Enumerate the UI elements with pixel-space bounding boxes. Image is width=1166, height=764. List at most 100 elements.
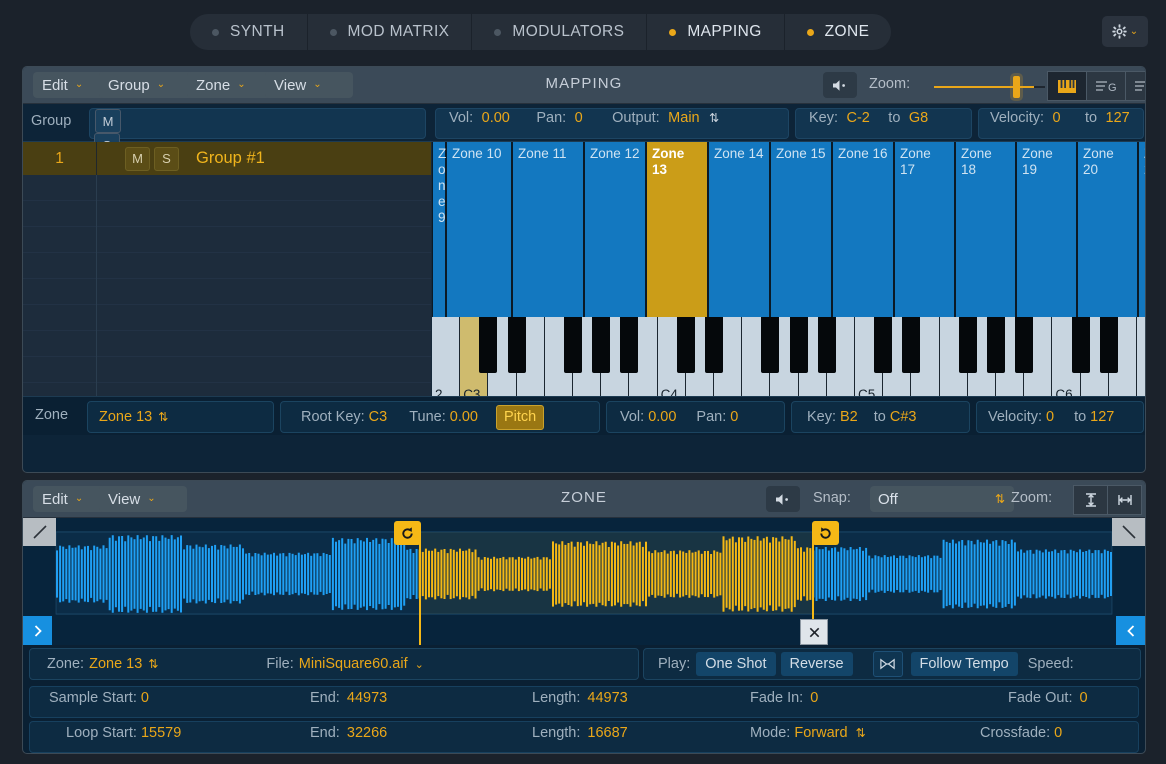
piano-black-key[interactable] (1072, 317, 1090, 373)
sample-start-handle[interactable] (23, 616, 52, 645)
loop-end-stat[interactable]: End: 32266 (310, 725, 387, 741)
mapping-zoom-slider[interactable] (934, 86, 1034, 88)
sample-end-value[interactable]: 44973 (347, 690, 387, 706)
waveform-display[interactable] (23, 518, 1145, 645)
zone-select-field[interactable]: Zone 13 ⇅ (87, 401, 274, 433)
zone-file-field[interactable]: Zone: Zone 13 ⇅ File: MiniSquare60.aif ⌄ (29, 648, 639, 680)
group-name-field[interactable]: M S Group #1 ⇅ ☰ (89, 108, 426, 139)
zone-value[interactable]: Zone 13 (99, 409, 152, 425)
list-item[interactable] (23, 279, 431, 305)
group-row-solo-button[interactable]: S (154, 147, 179, 171)
zone-column[interactable]: Zone 13 (646, 142, 708, 317)
zone-stepper[interactable]: ⇅ (158, 410, 168, 424)
follow-tempo-button[interactable]: Follow Tempo (911, 652, 1018, 676)
fade-in-stat[interactable]: Fade In: 0 (750, 690, 818, 706)
piano-black-key[interactable] (761, 317, 779, 373)
zone-column[interactable]: Zone 12 (584, 142, 646, 317)
zone-key-low-value[interactable]: B2 (840, 409, 858, 425)
zone-key-high-value[interactable]: C#3 (890, 409, 917, 425)
piano-black-key[interactable] (874, 317, 892, 373)
output-stepper[interactable]: ⇅ (709, 111, 719, 125)
zone-velocity-low-value[interactable]: 0 (1046, 409, 1054, 425)
pan-value[interactable]: 0 (575, 110, 583, 126)
fade-out-stat[interactable]: Fade Out: 0 (1008, 690, 1088, 706)
zone-key-range-field[interactable]: Key: B2 to C#3 (791, 401, 970, 433)
zone-column[interactable]: Zone 16 (832, 142, 894, 317)
fade-out-value[interactable]: 0 (1080, 690, 1088, 706)
file-value[interactable]: MiniSquare60.aif (299, 656, 408, 672)
loop-mode-value[interactable]: Forward (794, 725, 847, 741)
loop-mode-stat[interactable]: Mode: Forward ⇅ (750, 725, 866, 741)
loop-start-value[interactable]: 15579 (141, 725, 181, 741)
zone-column[interactable]: Zone 10 (446, 142, 512, 317)
piano-keyboard[interactable]: 2C3C4C5C6 (432, 317, 1145, 407)
zone-vol-value[interactable]: 0.00 (648, 409, 676, 425)
piano-black-key[interactable] (1100, 317, 1118, 373)
settings-button[interactable]: ⌄ (1102, 16, 1148, 47)
piano-black-key[interactable] (592, 317, 610, 373)
list-item[interactable] (23, 253, 431, 279)
loop-mode-stepper[interactable]: ⇅ (856, 726, 866, 740)
zone-root-tune-field[interactable]: Root Key: C3 Tune: 0.00 Pitch (280, 401, 600, 433)
group-row-mute-button[interactable]: M (125, 147, 150, 171)
zone-velocity-high-value[interactable]: 127 (1090, 409, 1114, 425)
reverse-button[interactable]: Reverse (781, 652, 853, 676)
tune-value[interactable]: 0.00 (450, 409, 478, 425)
piano-white-key[interactable] (1137, 317, 1145, 407)
piano-white-key[interactable]: 2 (432, 317, 460, 407)
snap-select[interactable]: Off ⇅ (870, 486, 1014, 512)
sample-start-value[interactable]: 0 (141, 690, 149, 706)
piano-black-key[interactable] (705, 317, 723, 373)
loop-end-value[interactable]: 32266 (347, 725, 387, 741)
root-key-value[interactable]: C3 (369, 409, 388, 425)
pitch-button[interactable]: Pitch (496, 405, 544, 430)
group-mute-button[interactable]: M (95, 109, 121, 133)
fade-in-handle[interactable] (23, 518, 56, 546)
piano-black-key[interactable] (564, 317, 582, 373)
fade-out-handle[interactable] (1112, 518, 1145, 546)
vol-value[interactable]: 0.00 (482, 110, 510, 126)
velocity-high-value[interactable]: 127 (1106, 110, 1130, 126)
one-shot-button[interactable]: One Shot (696, 652, 775, 676)
piano-black-key[interactable] (902, 317, 920, 373)
zone-play-field[interactable]: Play: One Shot Reverse Follow (643, 648, 1141, 680)
list-item[interactable] (23, 331, 431, 357)
piano-black-key[interactable] (479, 317, 497, 373)
zone-mix-field[interactable]: Vol: 0.00 Pan: 0 (606, 401, 785, 433)
piano-black-key[interactable] (508, 317, 526, 373)
loop-length-stat[interactable]: Length: 16687 (532, 725, 628, 741)
list-item[interactable] (23, 175, 431, 201)
crossfade-stat[interactable]: Crossfade: 0 (980, 725, 1062, 741)
mapping-audition-button[interactable] (823, 72, 857, 98)
loop-length-value[interactable]: 16687 (587, 725, 627, 741)
piano-black-key[interactable] (677, 317, 695, 373)
zone-value[interactable]: Zone 13 (89, 656, 142, 672)
group-velocity-range-field[interactable]: Velocity: 0 to 127 (978, 108, 1144, 139)
zone-column[interactable]: Zone 20 (1077, 142, 1138, 317)
tab-synth[interactable]: SYNTH (190, 14, 308, 50)
zone-stepper[interactable]: ⇅ (148, 657, 158, 671)
zone-pan-value[interactable]: 0 (730, 409, 738, 425)
zone-velocity-range-field[interactable]: Velocity: 0 to 127 (976, 401, 1144, 433)
zoom-horizontal-button[interactable] (1107, 485, 1142, 515)
loop-start-stat[interactable]: Loop Start: 15579 (66, 725, 181, 741)
piano-black-key[interactable] (959, 317, 977, 373)
list-item[interactable] (23, 357, 431, 383)
loop-end-marker[interactable] (812, 521, 839, 545)
key-high-value[interactable]: G8 (909, 110, 928, 126)
list-item[interactable] (23, 201, 431, 227)
tab-modulators[interactable]: MODULATORS (472, 14, 647, 50)
zone-column[interactable]: Zone 17 (894, 142, 955, 317)
loop-start-marker[interactable] (394, 521, 421, 545)
list-item[interactable] (23, 305, 431, 331)
group-key-range-field[interactable]: Key: C-2 to G8 (795, 108, 972, 139)
list-item[interactable] (23, 227, 431, 253)
output-value[interactable]: Main (668, 110, 699, 126)
zone-column[interactable]: Zone 14 (708, 142, 770, 317)
sample-length-value[interactable]: 44973 (587, 690, 627, 706)
sample-end-handle[interactable] (1116, 616, 1145, 645)
zone-audition-button[interactable] (766, 486, 800, 512)
tab-mod-matrix[interactable]: MOD MATRIX (308, 14, 473, 50)
piano-black-key[interactable] (620, 317, 638, 373)
sample-length-stat[interactable]: Length: 44973 (532, 690, 628, 706)
